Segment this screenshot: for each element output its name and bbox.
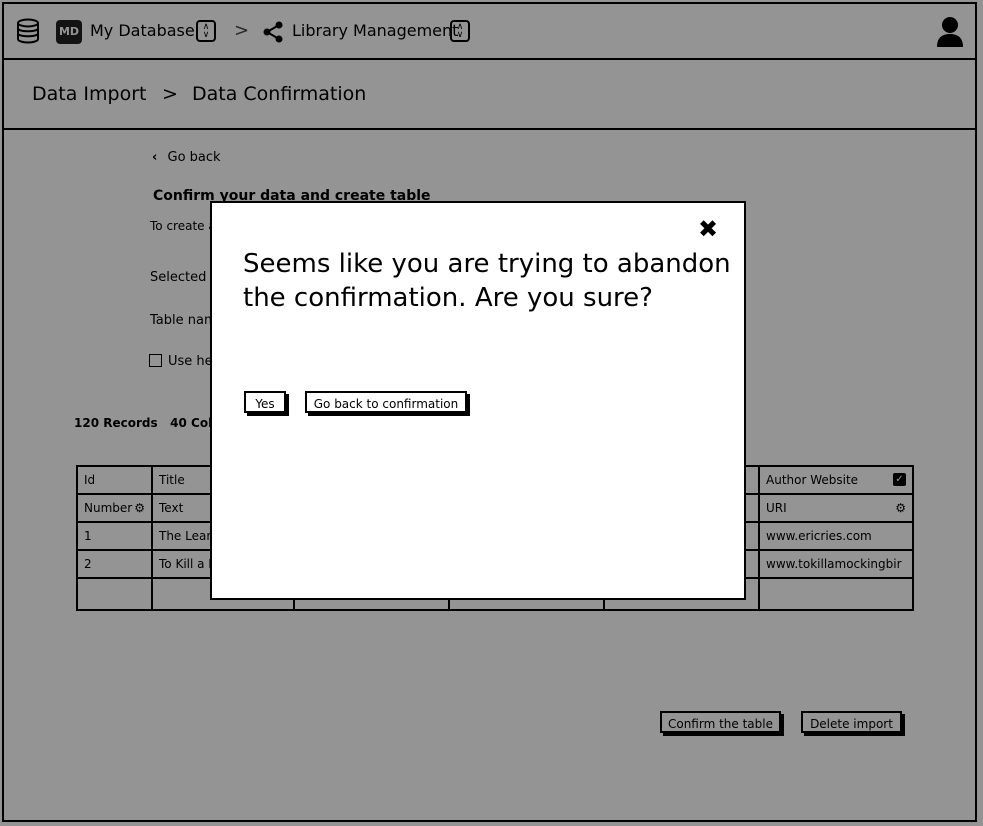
close-icon[interactable]: ✖	[698, 217, 718, 241]
abandon-confirmation-dialog: ✖ Seems like you are trying to abandon t…	[210, 201, 746, 600]
dialog-message: Seems like you are trying to abandon the…	[243, 249, 731, 313]
yes-button[interactable]: Yes	[244, 391, 286, 413]
go-back-to-confirmation-button[interactable]: Go back to confirmation	[305, 391, 467, 413]
